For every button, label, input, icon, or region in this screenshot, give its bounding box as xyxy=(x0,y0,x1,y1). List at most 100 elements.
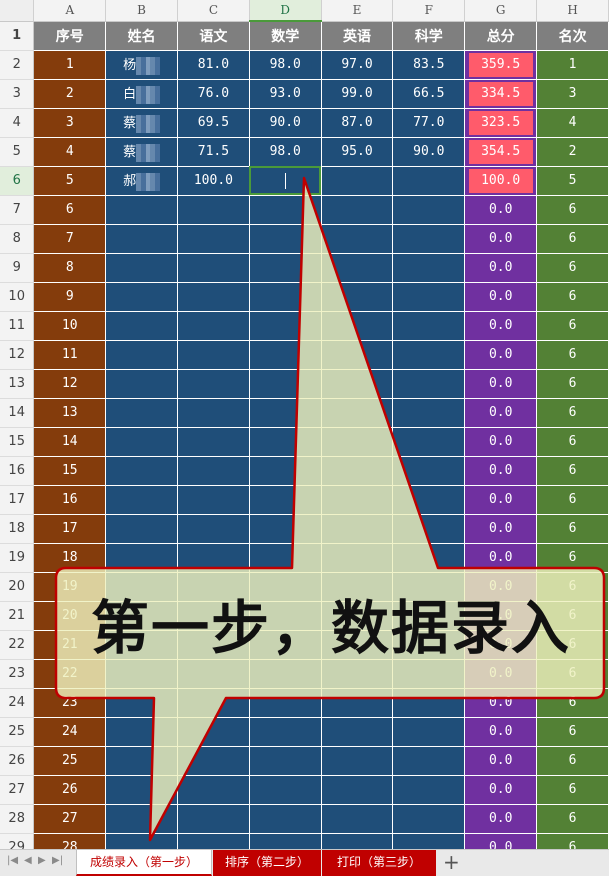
table-cell[interactable] xyxy=(249,775,322,805)
row-header[interactable]: 15 xyxy=(0,427,35,457)
table-cell[interactable]: 27 xyxy=(33,804,107,834)
table-cell[interactable]: 6 xyxy=(536,514,609,544)
table-cell[interactable] xyxy=(249,253,322,283)
sheet-tab-print[interactable]: 打印（第三步） xyxy=(322,850,436,876)
table-cell[interactable]: 5 xyxy=(536,166,609,196)
table-cell[interactable]: 6 xyxy=(536,340,609,370)
table-cell[interactable]: 0.0 xyxy=(464,195,538,225)
table-cell[interactable]: 0.0 xyxy=(464,485,538,515)
header-cell[interactable]: 语文 xyxy=(177,21,250,51)
table-cell[interactable] xyxy=(392,514,466,544)
row-header[interactable]: 12 xyxy=(0,340,35,370)
table-cell[interactable]: 7 xyxy=(33,224,107,254)
table-cell[interactable] xyxy=(321,717,394,747)
row-header[interactable]: 19 xyxy=(0,543,35,573)
table-cell[interactable]: 25 xyxy=(33,746,107,776)
table-cell[interactable] xyxy=(177,253,250,283)
table-cell[interactable] xyxy=(392,282,466,312)
header-cell[interactable]: 名次 xyxy=(536,21,609,51)
worksheet-table[interactable]: ABCDEFGH 1 序号 姓名 语文 数学 英语 科学 总分 名次 2 1 杨 81.0 98.0 97.… xyxy=(0,0,609,849)
row-header[interactable]: 7 xyxy=(0,195,35,225)
table-cell[interactable]: 1 xyxy=(33,50,107,80)
table-cell[interactable]: 0.0 xyxy=(464,717,538,747)
row-header[interactable]: 16 xyxy=(0,456,35,486)
table-cell[interactable]: 83.5 xyxy=(392,50,466,80)
row-header[interactable]: 8 xyxy=(0,224,35,254)
table-cell[interactable] xyxy=(105,311,178,341)
table-cell[interactable] xyxy=(105,804,178,834)
table-cell[interactable] xyxy=(249,485,322,515)
table-cell[interactable] xyxy=(177,311,250,341)
table-cell[interactable] xyxy=(105,746,178,776)
column-header-c[interactable]: C xyxy=(177,0,250,22)
table-cell[interactable]: 0.0 xyxy=(464,427,538,457)
table-cell[interactable] xyxy=(249,746,322,776)
table-cell[interactable]: 4 xyxy=(536,108,609,138)
total-cell-highlighted[interactable]: 323.5 xyxy=(464,108,538,138)
table-cell[interactable] xyxy=(321,166,394,196)
header-cell[interactable]: 总分 xyxy=(464,21,538,51)
table-cell[interactable] xyxy=(321,456,394,486)
row-header[interactable]: 22 xyxy=(0,630,35,660)
name-cell[interactable]: 郝 xyxy=(105,166,178,196)
prev-sheet-icon[interactable]: ◀ xyxy=(24,855,32,866)
row-header[interactable]: 14 xyxy=(0,398,35,428)
table-cell[interactable] xyxy=(105,340,178,370)
table-cell[interactable] xyxy=(177,340,250,370)
header-cell[interactable]: 科学 xyxy=(392,21,466,51)
table-cell[interactable] xyxy=(177,398,250,428)
table-cell[interactable] xyxy=(177,514,250,544)
table-cell[interactable] xyxy=(392,485,466,515)
table-cell[interactable]: 99.0 xyxy=(321,79,394,109)
table-cell[interactable] xyxy=(177,804,250,834)
table-cell[interactable] xyxy=(177,746,250,776)
row-header[interactable]: 2 xyxy=(0,50,35,80)
table-cell[interactable] xyxy=(105,282,178,312)
table-cell[interactable]: 0.0 xyxy=(464,514,538,544)
header-cell[interactable]: 序号 xyxy=(33,21,107,51)
table-cell[interactable]: 98.0 xyxy=(249,50,322,80)
table-cell[interactable] xyxy=(249,340,322,370)
table-cell[interactable] xyxy=(392,717,466,747)
table-cell[interactable]: 8 xyxy=(33,253,107,283)
table-cell[interactable]: 71.5 xyxy=(177,137,250,167)
table-cell[interactable] xyxy=(105,369,178,399)
row-header[interactable]: 4 xyxy=(0,108,35,138)
table-cell[interactable]: 0.0 xyxy=(464,311,538,341)
table-cell[interactable]: 0.0 xyxy=(464,456,538,486)
sheet-tab-sort[interactable]: 排序（第二步） xyxy=(213,850,321,876)
table-cell[interactable] xyxy=(321,224,394,254)
table-cell[interactable] xyxy=(321,398,394,428)
table-cell[interactable]: 6 xyxy=(536,311,609,341)
table-cell[interactable]: 4 xyxy=(33,137,107,167)
table-cell[interactable] xyxy=(249,804,322,834)
table-cell[interactable]: 6 xyxy=(536,369,609,399)
table-cell[interactable]: 0.0 xyxy=(464,282,538,312)
table-cell[interactable] xyxy=(105,398,178,428)
column-header-d[interactable]: D xyxy=(249,0,322,22)
table-cell[interactable] xyxy=(321,427,394,457)
row-header[interactable]: 5 xyxy=(0,137,35,167)
name-cell[interactable]: 杨 xyxy=(105,50,178,80)
table-cell[interactable]: 6 xyxy=(33,195,107,225)
total-cell-highlighted[interactable]: 359.5 xyxy=(464,50,538,80)
table-cell[interactable]: 0.0 xyxy=(464,804,538,834)
table-cell[interactable] xyxy=(105,427,178,457)
table-cell[interactable]: 10 xyxy=(33,311,107,341)
table-cell[interactable] xyxy=(321,340,394,370)
table-cell[interactable] xyxy=(321,833,394,849)
table-cell[interactable] xyxy=(105,195,178,225)
table-cell[interactable] xyxy=(321,485,394,515)
last-sheet-icon[interactable]: ▶| xyxy=(52,855,63,866)
first-sheet-icon[interactable]: |◀ xyxy=(7,855,18,866)
table-cell[interactable]: 6 xyxy=(536,398,609,428)
table-cell[interactable]: 5 xyxy=(33,166,107,196)
row-header[interactable]: 3 xyxy=(0,79,35,109)
table-cell[interactable] xyxy=(105,485,178,515)
table-cell[interactable]: 6 xyxy=(536,282,609,312)
row-header[interactable]: 20 xyxy=(0,572,35,602)
table-cell[interactable]: 6 xyxy=(536,804,609,834)
table-cell[interactable]: 6 xyxy=(536,224,609,254)
table-cell[interactable] xyxy=(392,427,466,457)
table-cell[interactable]: 0.0 xyxy=(464,775,538,805)
